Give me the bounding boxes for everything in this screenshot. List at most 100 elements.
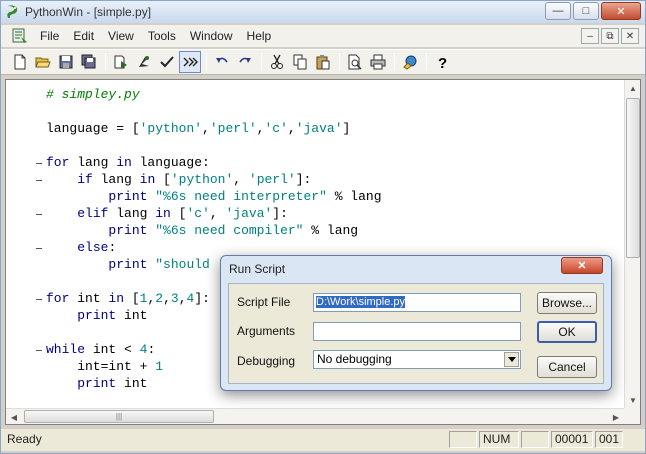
code-line[interactable]: print "%6s need interpreter" % lang (46, 188, 381, 205)
code-token: , (163, 291, 171, 306)
toolbar: ? (1, 49, 645, 75)
menu-window[interactable]: Window (183, 26, 240, 46)
mdi-close-button[interactable]: ✕ (621, 28, 639, 44)
code-token: lang (92, 172, 140, 187)
status-line: 00001 (551, 431, 593, 448)
chevron-down-icon[interactable] (504, 352, 519, 367)
check-icon[interactable] (156, 51, 178, 73)
code-token: ] (342, 121, 351, 136)
print-preview-icon[interactable] (344, 51, 366, 73)
run-icon[interactable] (110, 51, 132, 73)
fold-marker[interactable] (36, 163, 42, 164)
pythonwin-window: PythonWin - [simple.py] — □ ✕ File Edit … (0, 0, 646, 454)
code-token: 'python' (170, 172, 234, 187)
scroll-down-icon[interactable]: ▼ (625, 392, 641, 408)
code-line[interactable]: int=int + 1 (46, 358, 163, 375)
code-token: print (77, 308, 117, 323)
mdi-restore-button[interactable]: ⧉ (601, 28, 619, 44)
menu-help[interactable]: Help (240, 26, 279, 46)
menu-tools[interactable]: Tools (141, 26, 183, 46)
code-token: print (77, 376, 117, 391)
scroll-up-icon[interactable]: ▲ (625, 80, 641, 96)
menu-view[interactable]: View (101, 26, 141, 46)
menu-edit[interactable]: Edit (66, 26, 101, 46)
code-token: 3 (170, 291, 179, 306)
code-token: language = [ (46, 121, 140, 136)
code-token: int=int + (46, 359, 156, 374)
cut-icon[interactable] (266, 51, 288, 73)
undo-icon[interactable] (211, 51, 233, 73)
copy-icon[interactable] (289, 51, 311, 73)
code-token: "%6s need interpreter" (155, 189, 327, 204)
code-line[interactable]: print "should (46, 256, 209, 273)
minimize-button[interactable]: — (545, 2, 571, 20)
code-line[interactable]: print "%6s need compiler" % lang (46, 222, 358, 239)
dialog-close-button[interactable]: ✕ (561, 257, 603, 274)
code-token: ]: (295, 172, 312, 187)
horizontal-scroll-thumb[interactable]: ||| (24, 410, 214, 423)
paste-icon[interactable] (312, 51, 334, 73)
code-token: in (139, 172, 156, 187)
code-token: 'c' (264, 121, 288, 136)
code-token: int (116, 376, 148, 391)
code-line[interactable]: else: (46, 239, 116, 256)
print-icon[interactable] (367, 51, 389, 73)
browse-button[interactable]: Browse... (537, 292, 597, 314)
script-file-value: D:\Work\simple.py (316, 296, 406, 308)
code-line[interactable]: # simpley.py (46, 86, 140, 103)
fold-marker[interactable] (36, 299, 42, 300)
mdi-minimize-button[interactable]: – (581, 28, 599, 44)
code-line[interactable]: elif lang in ['c', 'java']: (46, 205, 288, 222)
fold-marker[interactable] (36, 350, 42, 351)
document-icon[interactable] (11, 28, 29, 44)
code-line[interactable]: print int (46, 307, 147, 324)
vertical-scrollbar[interactable]: ▲ ▼ (624, 80, 640, 408)
code-line[interactable]: for int in [1,2,3,4]: (46, 290, 210, 307)
browser-icon[interactable] (399, 51, 421, 73)
horizontal-scrollbar[interactable]: ◀ ||| ▶ (6, 408, 624, 424)
menu-file[interactable]: File (33, 26, 66, 46)
code-token: ]: (194, 291, 210, 306)
svg-text:?: ? (438, 55, 447, 70)
save-icon[interactable] (55, 51, 77, 73)
vertical-scroll-thumb[interactable] (626, 98, 640, 258)
ok-button[interactable]: OK (537, 321, 597, 343)
debugging-value: No debugging (317, 352, 392, 366)
code-line[interactable]: if lang in ['python', 'perl']: (46, 171, 311, 188)
fold-marker[interactable] (36, 180, 42, 181)
status-bar: Ready NUM 00001 001 (1, 429, 645, 451)
code-line[interactable]: for lang in language: (46, 154, 210, 171)
code-line[interactable]: print int (46, 375, 147, 392)
code-token: if (77, 172, 93, 187)
scroll-left-icon[interactable]: ◀ (6, 409, 22, 425)
code-token: 'perl' (209, 121, 257, 136)
code-token: , (233, 172, 249, 187)
debug-icon[interactable] (133, 51, 155, 73)
dialog-title: Run Script (229, 262, 286, 276)
redo-icon[interactable] (234, 51, 256, 73)
debugging-select[interactable]: No debugging (313, 350, 521, 369)
new-icon[interactable] (9, 51, 31, 73)
script-file-input[interactable]: D:\Work\simple.py (313, 293, 521, 312)
status-text: Ready (7, 432, 42, 446)
code-token: 'c' (186, 206, 210, 221)
code-line[interactable]: language = ['python','perl','c','java'] (46, 120, 350, 137)
open-icon[interactable] (32, 51, 54, 73)
fold-marker[interactable] (36, 248, 42, 249)
code-token: int (69, 291, 109, 306)
code-token: for (46, 291, 70, 306)
close-button[interactable]: ✕ (601, 2, 641, 20)
status-panel-empty (449, 431, 477, 448)
fold-marker[interactable] (36, 214, 42, 215)
help-icon[interactable]: ? (431, 51, 453, 73)
maximize-button[interactable]: □ (573, 2, 599, 20)
code-line[interactable]: while int < 4: (46, 341, 155, 358)
cancel-button[interactable]: Cancel (537, 356, 597, 378)
save-all-icon[interactable] (78, 51, 100, 73)
run-interactive-icon[interactable] (179, 51, 201, 73)
scroll-right-icon[interactable]: ▶ (608, 409, 624, 425)
arguments-input[interactable] (313, 322, 521, 341)
